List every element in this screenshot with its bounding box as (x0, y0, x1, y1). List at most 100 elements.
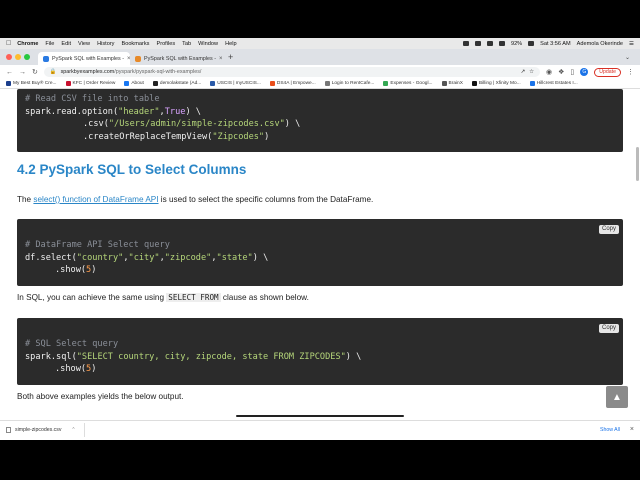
download-item[interactable]: simple-zipcodes.csv ⌃ (6, 422, 85, 437)
back-icon[interactable]: ← (6, 69, 13, 76)
tab-pyspark-sql[interactable]: PySpark SQL with Examples - × (130, 52, 222, 65)
apple-icon[interactable]:  (6, 40, 11, 47)
file-icon (6, 426, 11, 433)
tab-pyspark-sql-active[interactable]: PySpark SQL with Examples - × (38, 52, 130, 65)
minimize-window-button[interactable] (15, 54, 21, 60)
github-icon (152, 81, 158, 86)
clock[interactable]: Sat 3:56 AM (540, 41, 570, 47)
bookmark-item[interactable]: BrainX (441, 81, 463, 86)
vertical-scrollbar[interactable] (636, 147, 639, 181)
chevron-up-icon[interactable]: ⌃ (71, 427, 75, 433)
section-heading: 4.2 PySpark SQL to Select Columns (17, 162, 247, 177)
status-icon[interactable] (462, 41, 469, 46)
address-bar[interactable]: 🔒 sparkbyexamples.com/pyspark/pyspark-sq… (43, 67, 541, 77)
bookmark-favicon-icon (324, 81, 330, 86)
code-line: .show(5) (55, 265, 97, 275)
bookmark-item[interactable]: Billing | Xfinity Mo... (471, 81, 521, 86)
bookmark-favicon-icon (65, 81, 71, 86)
forward-icon[interactable]: → (19, 69, 26, 76)
code-line: spark.read.option("header",True) \ (25, 106, 201, 117)
menu-bookmarks[interactable]: Bookmarks (121, 41, 149, 47)
bookmark-item[interactable]: demolakstate (Ad... (152, 81, 201, 86)
tab-bar: PySpark SQL with Examples - × PySpark SQ… (0, 49, 640, 65)
paragraph-select-intro: The select() function of DataFrame API i… (17, 195, 374, 204)
zoom-window-button[interactable] (24, 54, 30, 60)
code-line: .show(5) (55, 364, 97, 374)
control-center-icon[interactable]: ☰ (629, 41, 634, 47)
tab-title: PySpark SQL with Examples - (144, 55, 216, 62)
menu-tab[interactable]: Tab (182, 41, 191, 47)
new-tab-icon[interactable]: + (228, 52, 233, 62)
copy-button[interactable]: Copy (598, 225, 619, 234)
tab-search-chevron-icon[interactable]: ⌄ (625, 54, 630, 61)
code-line: df.select("country","city","zipcode","st… (25, 252, 269, 263)
paragraph-sql-intro: In SQL, you can achieve the same using S… (17, 293, 309, 302)
site-favicon-icon (43, 55, 49, 62)
update-button[interactable]: Update (594, 67, 621, 77)
bookmark-item[interactable]: Login to RentCafe... (324, 81, 374, 86)
bookmark-favicon-icon (441, 81, 447, 86)
user-name[interactable]: Ademola Okerinde (577, 41, 623, 47)
window-controls (6, 54, 30, 60)
code-line: # DataFrame API Select query (25, 240, 170, 250)
menu-view[interactable]: View (78, 41, 90, 47)
code-line: # SQL Select query (25, 339, 119, 349)
menu-history[interactable]: History (97, 41, 114, 47)
status-icon[interactable] (474, 41, 481, 46)
bookmark-item[interactable]: My Best Buy® Cre... (6, 81, 57, 86)
profile-avatar[interactable]: G (580, 68, 589, 76)
bookmark-star-icon[interactable]: ☆ (529, 69, 534, 75)
battery-percent: 92% (510, 40, 523, 47)
menu-chrome[interactable]: Chrome (17, 41, 38, 47)
sidebar-icon[interactable]: ▯ (570, 68, 574, 76)
close-window-button[interactable] (6, 54, 12, 60)
extension-icon[interactable]: ◉ (546, 68, 552, 76)
close-icon[interactable]: × (630, 426, 634, 433)
paragraph-output-intro: Both above examples yields the below out… (17, 392, 184, 401)
select-function-link[interactable]: select() function of DataFrame API (33, 195, 158, 204)
site-favicon-icon (135, 55, 141, 62)
downloads-bar: simple-zipcodes.csv ⌃ Show All × (0, 420, 640, 438)
menu-edit[interactable]: Edit (61, 41, 71, 47)
url-host: sparkbyexamples.com (60, 69, 115, 75)
share-icon[interactable]: ↗ (521, 69, 526, 75)
menu-help[interactable]: Help (225, 41, 237, 47)
bookmark-favicon-icon (471, 81, 477, 86)
wifi-icon[interactable] (498, 41, 505, 46)
bookmark-item[interactable]: USCIS | myUSCIS... (210, 81, 261, 86)
show-all-button[interactable]: Show All (600, 427, 620, 433)
menu-window[interactable]: Window (198, 41, 218, 47)
bookmark-item[interactable]: About (124, 81, 144, 86)
bookmark-item[interactable]: Hillcrest Estates I... (529, 81, 578, 86)
code-block-dataframe-select: Copy # DataFrame API Select query df.sel… (17, 219, 623, 286)
bookmark-item[interactable]: Expenses - Googl... (383, 81, 433, 86)
horizontal-scroll-indicator[interactable] (236, 415, 404, 417)
lock-icon[interactable]: 🔒 (50, 69, 57, 75)
macos-menubar:  Chrome File Edit View History Bookmark… (0, 38, 640, 49)
bookmark-favicon-icon (124, 81, 130, 86)
extensions-puzzle-icon[interactable]: ❖ (558, 68, 564, 76)
bookmark-favicon-icon (6, 81, 11, 86)
code-line: # Read CSV file into table (25, 94, 160, 104)
download-filename: simple-zipcodes.csv (15, 426, 62, 433)
menu-profiles[interactable]: Profiles (156, 41, 175, 47)
url-path: /pyspark/pyspark-sql-with-examples/ (114, 69, 202, 75)
browser-toolbar: ← → ↻ 🔒 sparkbyexamples.com/pyspark/pysp… (0, 65, 640, 79)
bookmark-favicon-icon (210, 81, 216, 86)
battery-icon[interactable] (528, 41, 535, 46)
close-tab-icon[interactable]: × (219, 56, 222, 62)
bookmark-favicon-icon (383, 81, 389, 86)
reload-icon[interactable]: ↻ (32, 68, 38, 76)
status-icon[interactable] (486, 41, 493, 46)
scroll-to-top-button[interactable]: ▲ (606, 386, 628, 408)
copy-button[interactable]: Copy (598, 324, 619, 333)
bookmarks-bar: My Best Buy® Cre... KFC | Order Review A… (0, 79, 640, 89)
bookmark-favicon-icon (269, 81, 275, 86)
page-content: # Read CSV file into table spark.read.op… (0, 89, 640, 417)
code-line: .createOrReplaceTempView("Zipcodes") (83, 131, 270, 142)
tab-title: PySpark SQL with Examples - (52, 55, 124, 62)
more-menu-icon[interactable]: ⋮ (627, 68, 634, 76)
bookmark-item[interactable]: KFC | Order Review (65, 81, 115, 86)
menu-file[interactable]: File (45, 41, 54, 47)
bookmark-item[interactable]: DS4A | Empowe... (269, 81, 316, 86)
